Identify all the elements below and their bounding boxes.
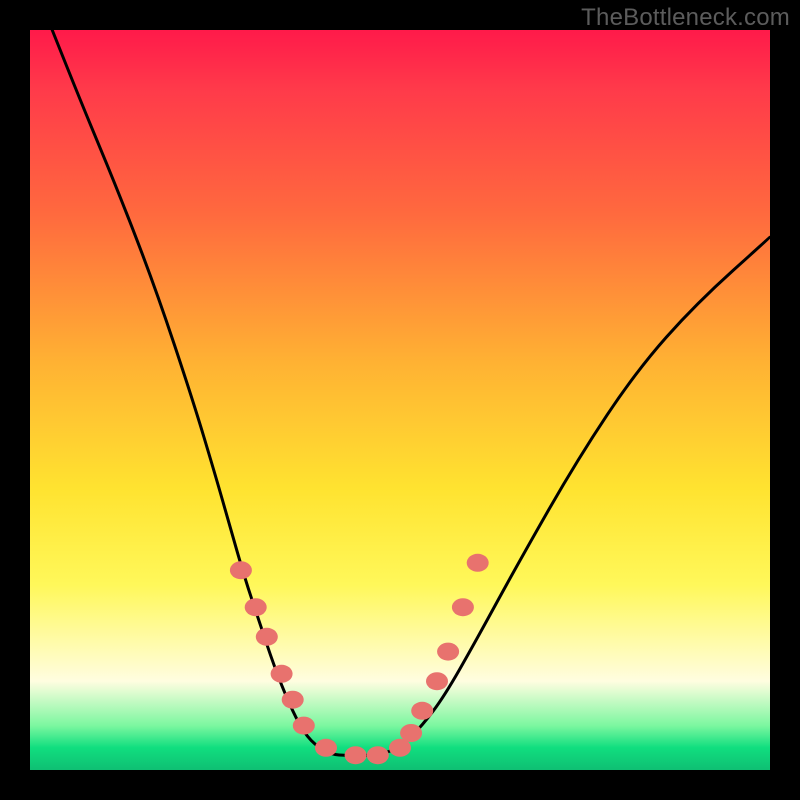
marker-dot xyxy=(345,746,367,764)
watermark-text: TheBottleneck.com xyxy=(581,4,790,32)
marker-dot xyxy=(282,691,304,709)
chart-frame: TheBottleneck.com xyxy=(0,0,800,800)
marker-dot xyxy=(256,628,278,646)
bottleneck-curve xyxy=(52,30,770,755)
plot-area xyxy=(30,30,770,770)
marker-dot xyxy=(293,717,315,735)
marker-dot xyxy=(467,554,489,572)
marker-dot xyxy=(437,643,459,661)
marker-dot xyxy=(315,739,337,757)
marker-dot xyxy=(426,672,448,690)
marker-dot xyxy=(230,561,252,579)
marker-dot xyxy=(452,598,474,616)
marker-dot xyxy=(367,746,389,764)
chart-svg xyxy=(30,30,770,770)
marker-dot xyxy=(271,665,293,683)
marker-dot xyxy=(411,702,433,720)
marker-dot xyxy=(400,724,422,742)
marker-dot xyxy=(245,598,267,616)
curve-markers xyxy=(230,554,489,764)
